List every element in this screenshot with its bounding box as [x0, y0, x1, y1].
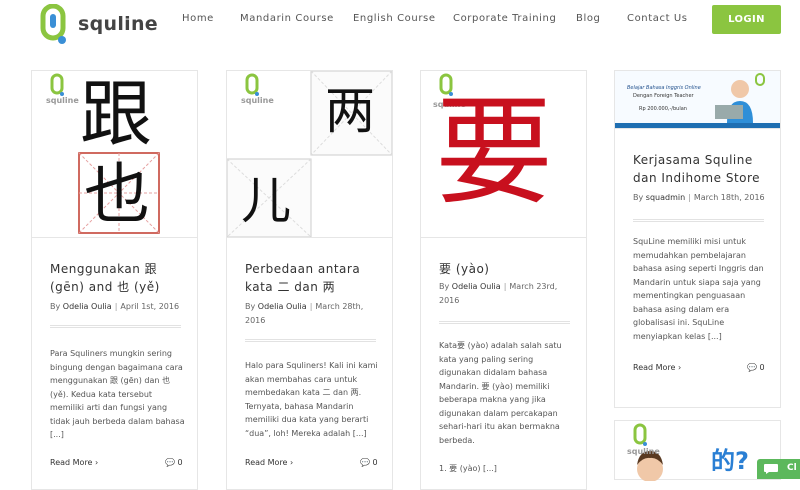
blog-post-card: Belajar Bahasa Inggris Online Dengan For… [614, 70, 781, 408]
nav-mandarin-course[interactable]: Mandarin Course [240, 13, 334, 27]
post-thumbnail[interactable]: squline 跟 也 [32, 71, 197, 237]
squline-mini-logo-icon [633, 423, 647, 446]
comment-icon: 💬 [165, 458, 175, 467]
thumbnail-chars: 的? [711, 447, 749, 475]
post-title[interactable]: Perbedaan antara kata 二 dan 两 [245, 260, 385, 296]
post-title[interactable]: Menggunakan 跟 (gēn) and 也 (yě) [50, 260, 190, 296]
by-label: By [439, 282, 450, 291]
blog-post-card: squline 的? [614, 420, 781, 481]
banner-headline: Belajar Bahasa Inggris Online [627, 85, 701, 91]
nav-english-course[interactable]: English Course [353, 13, 436, 27]
post-meta: By Odelia Oulia | March 28th, 2016 [245, 302, 364, 325]
mini-logo-text: squline [241, 96, 274, 105]
post-meta: By Odelia Oulia | April 1st, 2016 [50, 302, 180, 311]
comment-icon: 💬 [747, 363, 757, 372]
meta-divider [245, 339, 376, 342]
comments-count[interactable]: 💬 0 [747, 363, 765, 372]
read-more-link[interactable]: Read More › [245, 458, 293, 467]
thumbnail-divider [32, 237, 197, 238]
comments-number: 0 [759, 363, 765, 372]
nav-contact-us[interactable]: Contact Us [627, 13, 688, 27]
post-author[interactable]: Odelia Oulia [258, 302, 307, 311]
read-more-label: Read More [245, 458, 288, 467]
thumbnail-divider [421, 237, 586, 238]
chevron-right-icon: › [290, 458, 294, 467]
post-thumbnail[interactable]: squline 要 [421, 71, 586, 237]
thumbnail-char-gen: 跟 [80, 72, 153, 156]
meta-divider [439, 321, 570, 324]
post-title[interactable]: Kerjasama Squline dan Indihome Store [633, 151, 763, 187]
comments-count[interactable]: 💬 0 [165, 458, 183, 467]
post-meta: By squadmin | March 18th, 2016 [633, 193, 765, 202]
brand-name: squline [78, 13, 158, 35]
mini-logo-text: squline [46, 96, 79, 105]
by-label: By [50, 302, 61, 311]
nav-blog[interactable]: Blog [576, 13, 601, 27]
squline-mini-logo-icon [50, 73, 64, 96]
comment-icon: 💬 [360, 458, 370, 467]
by-label: By [633, 193, 644, 202]
read-more-link[interactable]: Read More › [633, 363, 681, 372]
thumbnail-char-ye: 也 [84, 156, 150, 233]
post-excerpt: Kata要 (yào) adalah salah satu kata yang … [439, 341, 562, 445]
comments-number: 0 [372, 458, 378, 467]
post-thumbnail[interactable]: Belajar Bahasa Inggris Online Dengan For… [615, 71, 780, 129]
post-meta: By Odelia Oulia | March 23rd, 2016 [439, 282, 558, 305]
login-button[interactable]: LOGIN [712, 5, 781, 34]
blog-post-card: squline 两 儿 Perbedaan antara kata 二 dan … [226, 70, 393, 490]
mini-logo-text: squline [627, 447, 660, 456]
post-author[interactable]: squadmin [646, 193, 685, 202]
post-title[interactable]: 要 (yào) [439, 260, 579, 278]
blog-post-card: squline 要 要 (yào) By Odelia Oulia | March … [420, 70, 587, 490]
post-date: March 18th, 2016 [693, 193, 765, 202]
site-logo[interactable]: squline [40, 4, 158, 46]
read-more-label: Read More [633, 363, 676, 372]
live-chat-button[interactable]: Cl [757, 459, 800, 479]
nav-corporate-training[interactable]: Corporate Training [453, 13, 556, 27]
site-header: squline Home Mandarin Course English Cou… [0, 0, 800, 50]
post-excerpt-list: 1. 要 (yào) [...] [439, 464, 497, 473]
blog-post-card: squline 跟 也 Menggunakan 跟 (gēn) and 也 (y… [31, 70, 198, 490]
meta-divider [633, 219, 764, 222]
comments-count[interactable]: 💬 0 [360, 458, 378, 467]
post-author[interactable]: Odelia Oulia [452, 282, 501, 291]
comments-number: 0 [177, 458, 183, 467]
chevron-right-icon: › [95, 458, 99, 467]
nav-home[interactable]: Home [182, 13, 214, 27]
read-more-label: Read More [50, 458, 93, 467]
thumbnail-divider [227, 237, 392, 238]
read-more-link[interactable]: Read More › [50, 458, 98, 467]
promo-banner-graphic [615, 73, 780, 128]
chat-label: Cl [787, 463, 797, 473]
squline-logo-icon [40, 4, 66, 44]
post-excerpt: SquLine memiliki misi untuk memudahkan p… [633, 237, 764, 341]
by-label: By [245, 302, 256, 311]
post-date: April 1st, 2016 [120, 302, 180, 311]
chevron-right-icon: › [678, 363, 682, 372]
post-excerpt: Para Squliners mungkin sering bingung de… [50, 349, 185, 439]
banner-price: Rp 200.000,-/bulan [639, 106, 687, 112]
thumbnail-char-yao: 要 [435, 83, 554, 221]
post-thumbnail[interactable]: squline 两 儿 [227, 71, 392, 237]
thumbnail-char-er: 儿 [241, 172, 291, 230]
meta-divider [50, 325, 181, 328]
thumbnail-char-liang: 两 [325, 82, 375, 140]
squline-mini-logo-icon [245, 73, 259, 96]
banner-subline: Dengan Foreign Teacher [633, 93, 694, 99]
post-author[interactable]: Odelia Oulia [63, 302, 112, 311]
post-excerpt: Halo para Squliners! Kali ini kami akan … [245, 361, 378, 438]
chat-bubble-icon [764, 464, 778, 474]
